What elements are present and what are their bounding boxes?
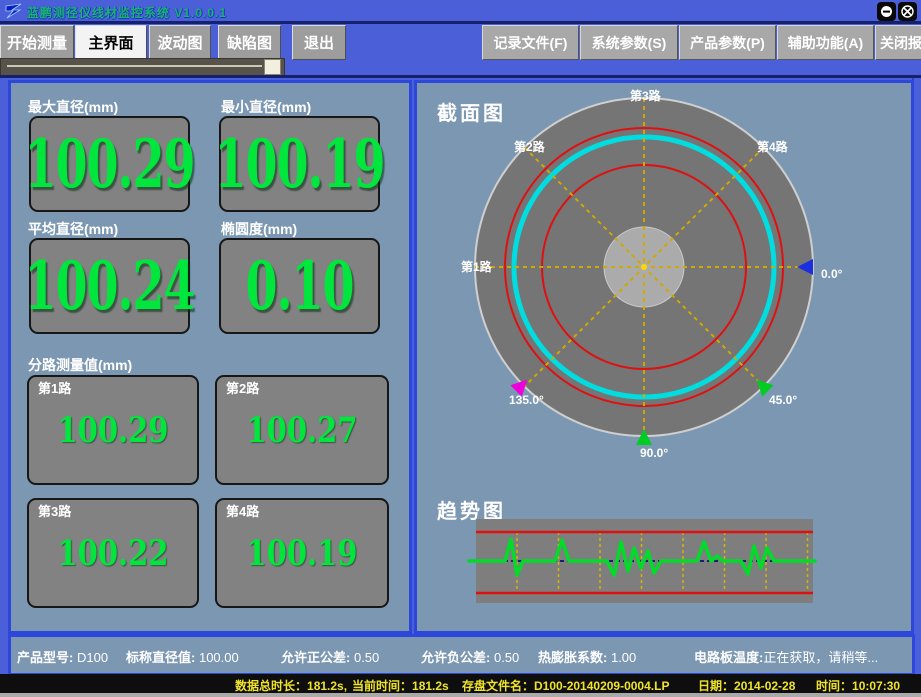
channel-2-name: 第2路 bbox=[226, 378, 259, 397]
minimize-button[interactable] bbox=[877, 2, 896, 21]
app-logo-icon bbox=[5, 2, 23, 20]
channel-3-display: 第3路 100.22 bbox=[27, 498, 199, 608]
channel-4-name: 第4路 bbox=[226, 501, 259, 520]
close-icon bbox=[900, 4, 915, 19]
thermal-coeff-item: 热膨胀系数: 1.00 bbox=[538, 647, 636, 666]
date-item: 日期：2014-02-28 bbox=[698, 677, 795, 694]
exit-button[interactable]: 退出 bbox=[292, 25, 346, 60]
beam-label-2: 第2路 bbox=[514, 138, 545, 155]
date-label: 日期： bbox=[698, 679, 734, 693]
channel-1-display: 第1路 100.29 bbox=[27, 375, 199, 485]
close-button[interactable] bbox=[898, 2, 917, 21]
plus-tolerance-label: 允许正公差: bbox=[281, 650, 350, 665]
menu-close-alarm[interactable]: 关闭报警 bbox=[875, 25, 921, 60]
max-diameter-value: 100.29 bbox=[24, 125, 194, 203]
avg-diameter-display: 100.24 bbox=[29, 238, 190, 334]
channel-3-value: 100.22 bbox=[58, 533, 169, 574]
angle-label-45: 45.0° bbox=[769, 393, 797, 407]
tab-fluctuation-chart[interactable]: 波动图 bbox=[149, 25, 211, 60]
channel-4-display: 第4路 100.19 bbox=[215, 498, 389, 608]
time-value: 10:07:30 bbox=[852, 679, 900, 693]
graphics-panel: 截面图 第3路 第2路 第4路 第1路 0.0° 45.0° 90.0° bbox=[414, 80, 914, 634]
save-filename-value: D100-20140209-0004.LP bbox=[534, 679, 669, 693]
min-diameter-display: 100.19 bbox=[219, 116, 380, 212]
board-temp-label: 电路板温度: bbox=[694, 650, 763, 665]
total-duration-label: 数据总时长： bbox=[235, 679, 307, 693]
save-filename-item: 存盘文件名：D100-20140209-0004.LP bbox=[462, 677, 669, 694]
ovality-label: 椭圆度(mm) bbox=[221, 219, 297, 239]
total-duration-value: 181.2s, bbox=[307, 679, 347, 693]
status-bar: 数据总时长：181.2s, 当前时间：181.2s 存盘文件名：D100-201… bbox=[0, 674, 921, 693]
ovality-display: 0.10 bbox=[219, 238, 380, 334]
app-window: 蓝鹏测径仪线材监控系统 V1.0.0.1 开始测量 主界面 波动图 缺陷图 退出… bbox=[0, 0, 921, 697]
minus-tolerance-item: 允许负公差: 0.50 bbox=[421, 647, 519, 666]
menu-system-params[interactable]: 系统参数(S) bbox=[580, 25, 678, 60]
menu-auxiliary[interactable]: 辅助功能(A) bbox=[777, 25, 874, 60]
channel-1-name: 第1路 bbox=[38, 378, 71, 397]
thermal-coeff-label: 热膨胀系数: bbox=[538, 650, 607, 665]
total-duration-item: 数据总时长：181.2s, bbox=[235, 677, 347, 694]
trend-chart bbox=[467, 515, 819, 609]
max-diameter-label: 最大直径(mm) bbox=[28, 97, 118, 117]
channel-1-value: 100.29 bbox=[58, 410, 169, 451]
slider-handle[interactable] bbox=[264, 59, 281, 75]
menu-record-file[interactable]: 记录文件(F) bbox=[482, 25, 579, 60]
beam-label-3: 第3路 bbox=[630, 87, 661, 104]
minimize-icon bbox=[879, 4, 894, 19]
start-measure-button[interactable]: 开始测量 bbox=[0, 25, 74, 60]
min-diameter-label: 最小直径(mm) bbox=[221, 97, 311, 117]
avg-diameter-value: 100.24 bbox=[24, 247, 194, 325]
channel-2-value: 100.27 bbox=[247, 410, 358, 451]
channel-section-label: 分路测量值(mm) bbox=[28, 355, 132, 375]
slider-track bbox=[7, 65, 262, 67]
angle-label-90: 90.0° bbox=[640, 446, 668, 460]
cross-section-diagram bbox=[417, 83, 887, 493]
minus-tolerance-label: 允许负公差: bbox=[421, 650, 490, 665]
board-temp-item: 电路板温度:正在获取，请稍等... bbox=[694, 647, 878, 666]
max-diameter-display: 100.29 bbox=[29, 116, 190, 212]
beam-label-1: 第1路 bbox=[461, 258, 492, 275]
channel-4-value: 100.19 bbox=[247, 533, 358, 574]
nominal-diameter-value: 100.00 bbox=[199, 650, 239, 665]
product-info-bar: 产品型号: D100 标称直径值: 100.00 允许正公差: 0.50 允许负… bbox=[8, 634, 915, 676]
window-title: 蓝鹏测径仪线材监控系统 V1.0.0.1 bbox=[27, 4, 227, 21]
avg-diameter-label: 平均直径(mm) bbox=[28, 219, 118, 239]
titlebar-separator bbox=[0, 21, 921, 24]
center-point bbox=[641, 264, 647, 270]
product-model-label: 产品型号: bbox=[17, 650, 73, 665]
measurement-panel: 最大直径(mm) 最小直径(mm) 100.29 100.19 平均直径(mm)… bbox=[8, 80, 412, 634]
nominal-diameter-item: 标称直径值: 100.00 bbox=[126, 647, 239, 666]
channel-2-display: 第2路 100.27 bbox=[215, 375, 389, 485]
time-label: 时间： bbox=[816, 679, 852, 693]
current-time-value: 181.2s bbox=[412, 679, 449, 693]
ovality-value: 0.10 bbox=[245, 247, 353, 325]
beam-label-4: 第4路 bbox=[757, 138, 788, 155]
plus-tolerance-value: 0.50 bbox=[354, 650, 379, 665]
current-time-label: 当前时间： bbox=[352, 679, 412, 693]
nominal-diameter-label: 标称直径值: bbox=[126, 650, 195, 665]
window-bottom-edge bbox=[0, 693, 921, 697]
tab-main-screen[interactable]: 主界面 bbox=[75, 25, 147, 60]
tab-defect-chart[interactable]: 缺陷图 bbox=[218, 25, 281, 60]
angle-label-0: 0.0° bbox=[821, 267, 842, 281]
measure-progress-slider[interactable] bbox=[0, 58, 285, 76]
board-temp-value: 正在获取，请稍等... bbox=[763, 650, 878, 665]
thermal-coeff-value: 1.00 bbox=[611, 650, 636, 665]
menu-product-params[interactable]: 产品参数(P) bbox=[679, 25, 776, 60]
minus-tolerance-value: 0.50 bbox=[494, 650, 519, 665]
title-bar: 蓝鹏测径仪线材监控系统 V1.0.0.1 bbox=[0, 0, 921, 22]
save-filename-label: 存盘文件名： bbox=[462, 679, 534, 693]
product-model-item: 产品型号: D100 bbox=[17, 647, 108, 666]
date-value: 2014-02-28 bbox=[734, 679, 795, 693]
plus-tolerance-item: 允许正公差: 0.50 bbox=[281, 647, 379, 666]
current-time-item: 当前时间：181.2s bbox=[352, 677, 449, 694]
product-model-value: D100 bbox=[77, 650, 108, 665]
channel-3-name: 第3路 bbox=[38, 501, 71, 520]
toolbar-separator bbox=[0, 75, 921, 78]
time-item: 时间：10:07:30 bbox=[816, 677, 900, 694]
min-diameter-value: 100.19 bbox=[214, 125, 384, 203]
angle-label-135: 135.0° bbox=[509, 393, 544, 407]
